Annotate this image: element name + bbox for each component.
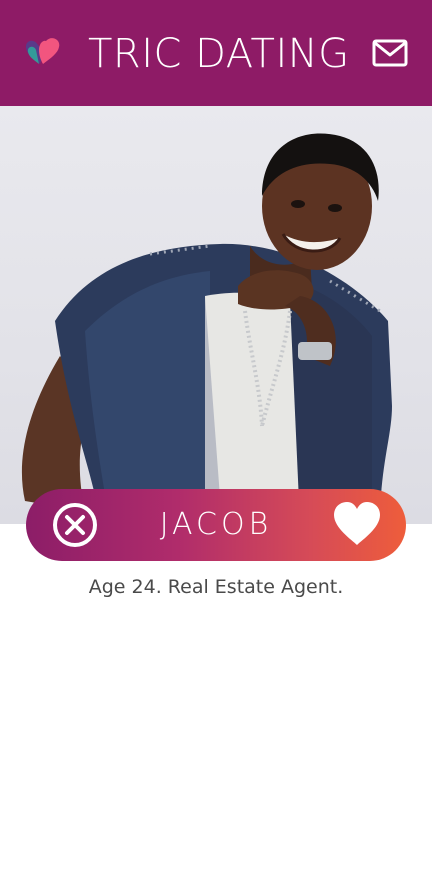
profile-photo [0,106,432,524]
app-title: TRIC DATING [88,31,350,77]
close-circle-icon[interactable] [52,502,98,548]
profile-photo-illustration [21,133,392,524]
profile-bio: Age 24. Real Estate Agent. [88,576,344,598]
profile-name: JACOB [159,507,273,542]
mail-icon[interactable] [372,38,408,68]
hearts-logo-icon [25,38,60,64]
heart-icon[interactable] [332,501,382,547]
profile-name-bar: JACOB [26,489,406,561]
app-header: TRIC DATING [0,0,432,106]
